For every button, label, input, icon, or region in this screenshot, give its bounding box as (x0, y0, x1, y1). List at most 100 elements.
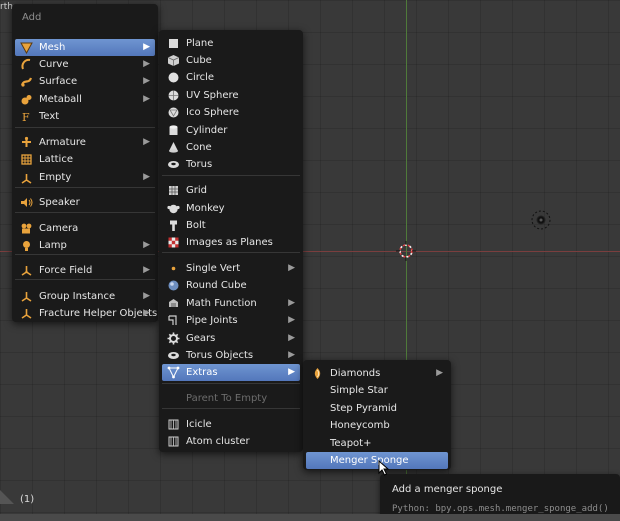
mesh-item-cone[interactable]: Cone (162, 139, 300, 156)
mesh-item-math-function[interactable]: Math Function ▶ (162, 295, 300, 312)
3d-cursor-icon (396, 241, 416, 261)
mesh-item-bolt[interactable]: Bolt (162, 217, 300, 234)
tooltip-title: Add a menger sponge (392, 484, 503, 495)
mesh-item-label: Single Vert (186, 263, 241, 274)
gears-icon (167, 332, 180, 345)
mesh-item-monkey[interactable]: Monkey (162, 200, 300, 217)
submenu-arrow-icon: ▶ (288, 263, 295, 273)
mesh-item-label: Monkey (186, 203, 225, 214)
mesh-item-round-cube[interactable]: Round Cube (162, 277, 300, 294)
extras-item-simple-star[interactable]: Simple Star (306, 382, 448, 399)
circle-icon (168, 72, 179, 83)
speaker-icon (21, 198, 33, 207)
mesh-item-label: Extras (186, 367, 218, 378)
mesh-item-label: Torus (186, 159, 213, 170)
submenu-arrow-icon: ▶ (436, 368, 443, 378)
submenu-arrow-icon: ▶ (143, 240, 150, 250)
mesh-item-label: Pipe Joints (186, 315, 238, 326)
extras-submenu: Diamonds ▶ Simple Star Step Pyramid Honeycom… (303, 360, 451, 470)
mesh-item-grid[interactable]: Grid (162, 182, 300, 199)
main-item-label: Speaker (39, 197, 80, 208)
diamonds-icon (314, 368, 321, 379)
mesh-item-torus[interactable]: Torus (162, 156, 300, 173)
mesh-menu-separator (162, 175, 300, 176)
extras-item-step-pyramid[interactable]: Step Pyramid (306, 400, 448, 417)
main-item-curve[interactable]: Curve ▶ (15, 56, 155, 73)
main-item-empty[interactable]: Empty ▶ (15, 169, 155, 186)
add-menu-title: Add (22, 12, 42, 23)
text-icon: F (22, 111, 30, 123)
main-item-lattice[interactable]: Lattice (15, 151, 155, 168)
mesh-item-single-vert[interactable]: Single Vert ▶ (162, 260, 300, 277)
extras-icon (167, 366, 180, 379)
mesh-item-gears[interactable]: Gears ▶ (162, 330, 300, 347)
curve-icon (21, 58, 31, 70)
mesh-item-pipe-joints[interactable]: Pipe Joints ▶ (162, 312, 300, 329)
armature-icon (22, 136, 31, 147)
main-item-metaball[interactable]: Metaball ▶ (15, 91, 155, 108)
bolt-icon (170, 220, 177, 231)
extras-item-label: Teapot+ (330, 438, 372, 449)
mesh-item-label: Gears (186, 333, 216, 344)
add-menu: Add Mesh ▶ Curve ▶ Surface ▶ Metaball ▶ F Text Arm… (12, 4, 158, 322)
main-item-mesh[interactable]: Mesh ▶ (15, 39, 155, 56)
force-field-icon (21, 266, 32, 276)
mesh-item-extras[interactable]: Extras ▶ (162, 364, 300, 381)
main-item-fracture-helper-objects[interactable]: Fracture Helper Objects ▶ (15, 305, 158, 322)
main-item-lamp[interactable]: Lamp ▶ (15, 237, 155, 254)
group-instance-icon (21, 292, 32, 302)
main-item-armature[interactable]: Armature ▶ (15, 134, 155, 151)
main-item-text[interactable]: F Text (15, 108, 155, 125)
mesh-item-label: Plane (186, 38, 214, 49)
mesh-item-label: Icicle (186, 419, 212, 430)
mesh-menu-separator (162, 252, 300, 253)
mesh-item-torus-objects[interactable]: Torus Objects ▶ (162, 347, 300, 364)
extras-item-honeycomb[interactable]: Honeycomb (306, 417, 448, 434)
extras-item-teapot[interactable]: Teapot+ (306, 435, 448, 452)
mesh-item-circle[interactable]: Circle (162, 69, 300, 86)
mesh-item-icicle[interactable]: Icicle (162, 416, 300, 433)
atom-cluster-icon (168, 436, 179, 447)
extras-item-label: Menger Sponge (330, 455, 409, 466)
submenu-arrow-icon: ▶ (143, 265, 150, 275)
mesh-icon (20, 42, 33, 54)
main-item-label: Metaball (39, 94, 82, 105)
main-item-label: Surface (39, 76, 78, 87)
main-item-force-field[interactable]: Force Field ▶ (15, 262, 155, 279)
mesh-menu-separator (162, 383, 300, 384)
mesh-item-plane[interactable]: Plane (162, 35, 300, 52)
region-corner-widget[interactable] (0, 490, 14, 504)
submenu-arrow-icon: ▶ (288, 367, 295, 377)
main-item-speaker[interactable]: Speaker (15, 194, 155, 211)
extras-item-diamonds[interactable]: Diamonds ▶ (306, 365, 448, 382)
camera-icon (21, 223, 32, 234)
cube-icon (167, 55, 180, 66)
monkey-icon (167, 204, 180, 214)
submenu-arrow-icon: ▶ (288, 350, 295, 360)
mesh-item-cylinder[interactable]: Cylinder (162, 122, 300, 139)
view-name-text: rth (0, 2, 13, 12)
torus-icon (168, 161, 179, 168)
mesh-item-parent-to-empty: Parent To Empty (162, 390, 300, 407)
fracture-helper-icon (21, 309, 32, 319)
parent-to-empty-icon (167, 392, 180, 405)
main-item-label: Fracture Helper Objects (39, 308, 158, 319)
round-cube-icon (168, 280, 179, 291)
mesh-item-atom-cluster[interactable]: Atom cluster (162, 433, 300, 450)
mesh-item-images-as-planes[interactable]: Images as Planes (162, 234, 300, 251)
main-item-group-instance[interactable]: Group Instance ▶ (15, 288, 155, 305)
bottom-header-bar[interactable] (0, 514, 620, 521)
main-item-label: Force Field (39, 265, 93, 276)
tooltip-python: Python: bpy.ops.mesh.menger_sponge_add() (392, 504, 609, 514)
extras-item-menger-sponge[interactable]: Menger Sponge (306, 452, 448, 469)
mesh-item-cube[interactable]: Cube (162, 52, 300, 69)
mesh-item-uv-sphere[interactable]: UV Sphere (162, 87, 300, 104)
lamp-object-icon[interactable] (530, 209, 552, 231)
main-item-surface[interactable]: Surface ▶ (15, 73, 155, 90)
math-function-icon (169, 299, 178, 307)
mesh-item-ico-sphere[interactable]: Ico Sphere (162, 104, 300, 121)
main-item-camera[interactable]: Camera (15, 220, 155, 237)
mesh-item-label: UV Sphere (186, 90, 239, 101)
grid-icon (169, 186, 178, 195)
ico-sphere-icon (168, 107, 179, 118)
